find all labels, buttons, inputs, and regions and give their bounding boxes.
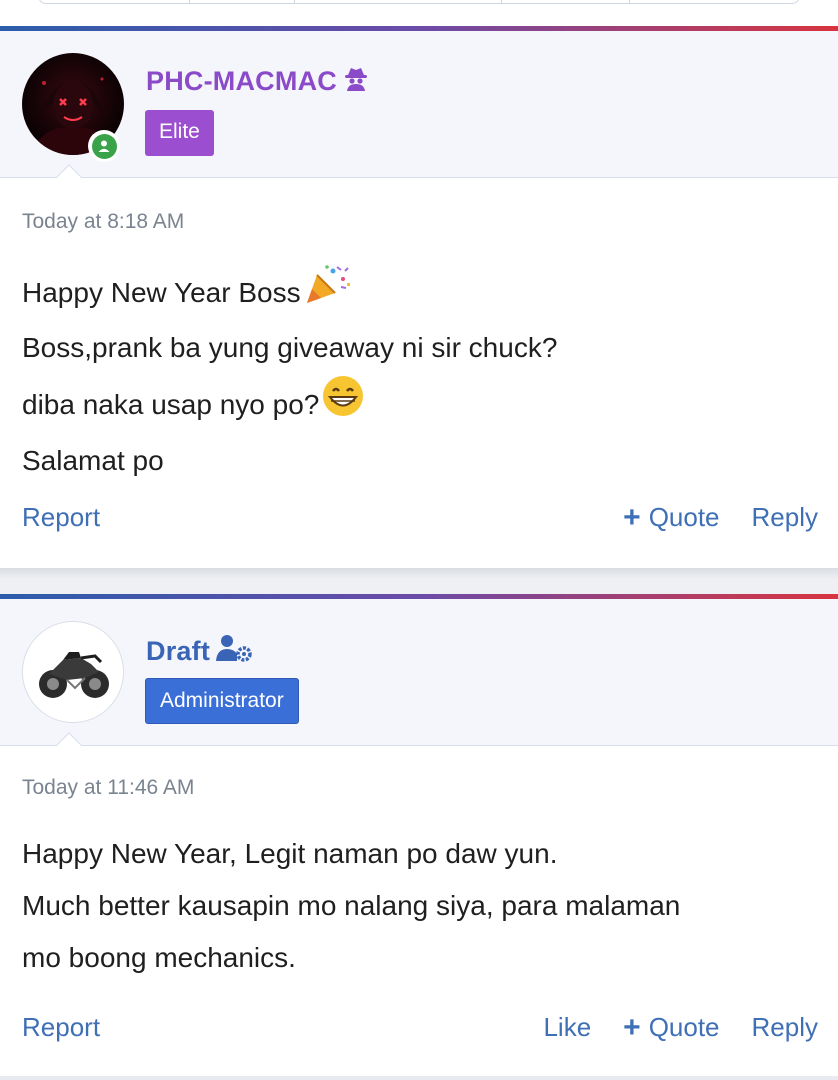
user-title-badge: Administrator [145, 678, 299, 724]
online-status-icon [88, 130, 120, 162]
message-text: mo boong mechanics. [22, 942, 296, 973]
post-body: Happy New Year, Legit naman po daw yun. … [22, 828, 680, 984]
like-button[interactable]: Like [543, 1012, 591, 1043]
message-line: Happy New Year, Legit naman po daw yun. [22, 828, 680, 880]
username-text[interactable]: Draft [146, 636, 210, 667]
grinning-face-icon [321, 374, 365, 435]
message-line: Happy New Year Boss [22, 263, 557, 322]
bottom-divider [0, 1076, 838, 1080]
avatar[interactable] [22, 621, 124, 723]
post-user-header: PHC-MACMAC Elite [0, 31, 838, 190]
message-line: mo boong mechanics. [22, 932, 680, 984]
post-draft: Draft Administrator Today at 11:46 AM Ha… [0, 594, 838, 1076]
report-link[interactable]: Report [22, 502, 100, 533]
message-text: Much better kausapin mo nalang siya, par… [22, 890, 681, 921]
message-line: Much better kausapin mo nalang siya, par… [22, 880, 680, 932]
message-text: Salamat po [22, 445, 164, 476]
username-text[interactable]: PHC-MACMAC [146, 66, 337, 97]
quote-label: Quote [648, 502, 720, 532]
reply-button[interactable]: Reply [752, 1012, 818, 1043]
post-separator [0, 568, 838, 596]
post-timestamp[interactable]: Today at 11:46 AM [22, 776, 194, 800]
quote-label: Quote [648, 1012, 720, 1042]
previous-element-remnant [0, 0, 838, 22]
post-timestamp[interactable]: Today at 8:18 AM [22, 210, 184, 234]
message-text: diba naka usap nyo po? [22, 388, 320, 420]
header-notch [56, 732, 82, 758]
post-phc-macmac: PHC-MACMAC Elite Today at 8:18 AM Happy … [0, 26, 838, 568]
plus-icon: + [623, 500, 641, 534]
reply-button[interactable]: Reply [752, 502, 818, 533]
message-line: Salamat po [22, 435, 557, 487]
post-actions: Report + Quote Reply [22, 502, 818, 538]
message-line: diba naka usap nyo po? [22, 374, 557, 435]
user-title-badge: Elite [145, 110, 214, 156]
header-notch [56, 164, 82, 190]
username[interactable]: Draft [146, 633, 252, 670]
report-link[interactable]: Report [22, 1012, 100, 1043]
plus-icon: + [623, 1010, 641, 1044]
user-cog-icon [216, 633, 252, 670]
post-user-header: Draft Administrator [0, 599, 838, 758]
quote-button[interactable]: + Quote [623, 502, 719, 533]
post-actions: Report Like + Quote Reply [22, 1012, 818, 1048]
username[interactable]: PHC-MACMAC [146, 65, 369, 98]
spy-icon [343, 65, 369, 98]
post-body: Happy New Year Boss Boss,prank ba yung g… [22, 263, 557, 487]
message-text: Boss,prank ba yung giveaway ni sir chuck… [22, 332, 558, 363]
quote-button[interactable]: + Quote [623, 1012, 719, 1043]
message-text: Happy New Year Boss [22, 276, 301, 308]
message-text: Happy New Year, Legit naman po daw yun. [22, 838, 558, 869]
party-popper-icon [303, 263, 351, 322]
thread-page: PHC-MACMAC Elite Today at 8:18 AM Happy … [0, 0, 838, 1080]
message-line: Boss,prank ba yung giveaway ni sir chuck… [22, 322, 557, 374]
